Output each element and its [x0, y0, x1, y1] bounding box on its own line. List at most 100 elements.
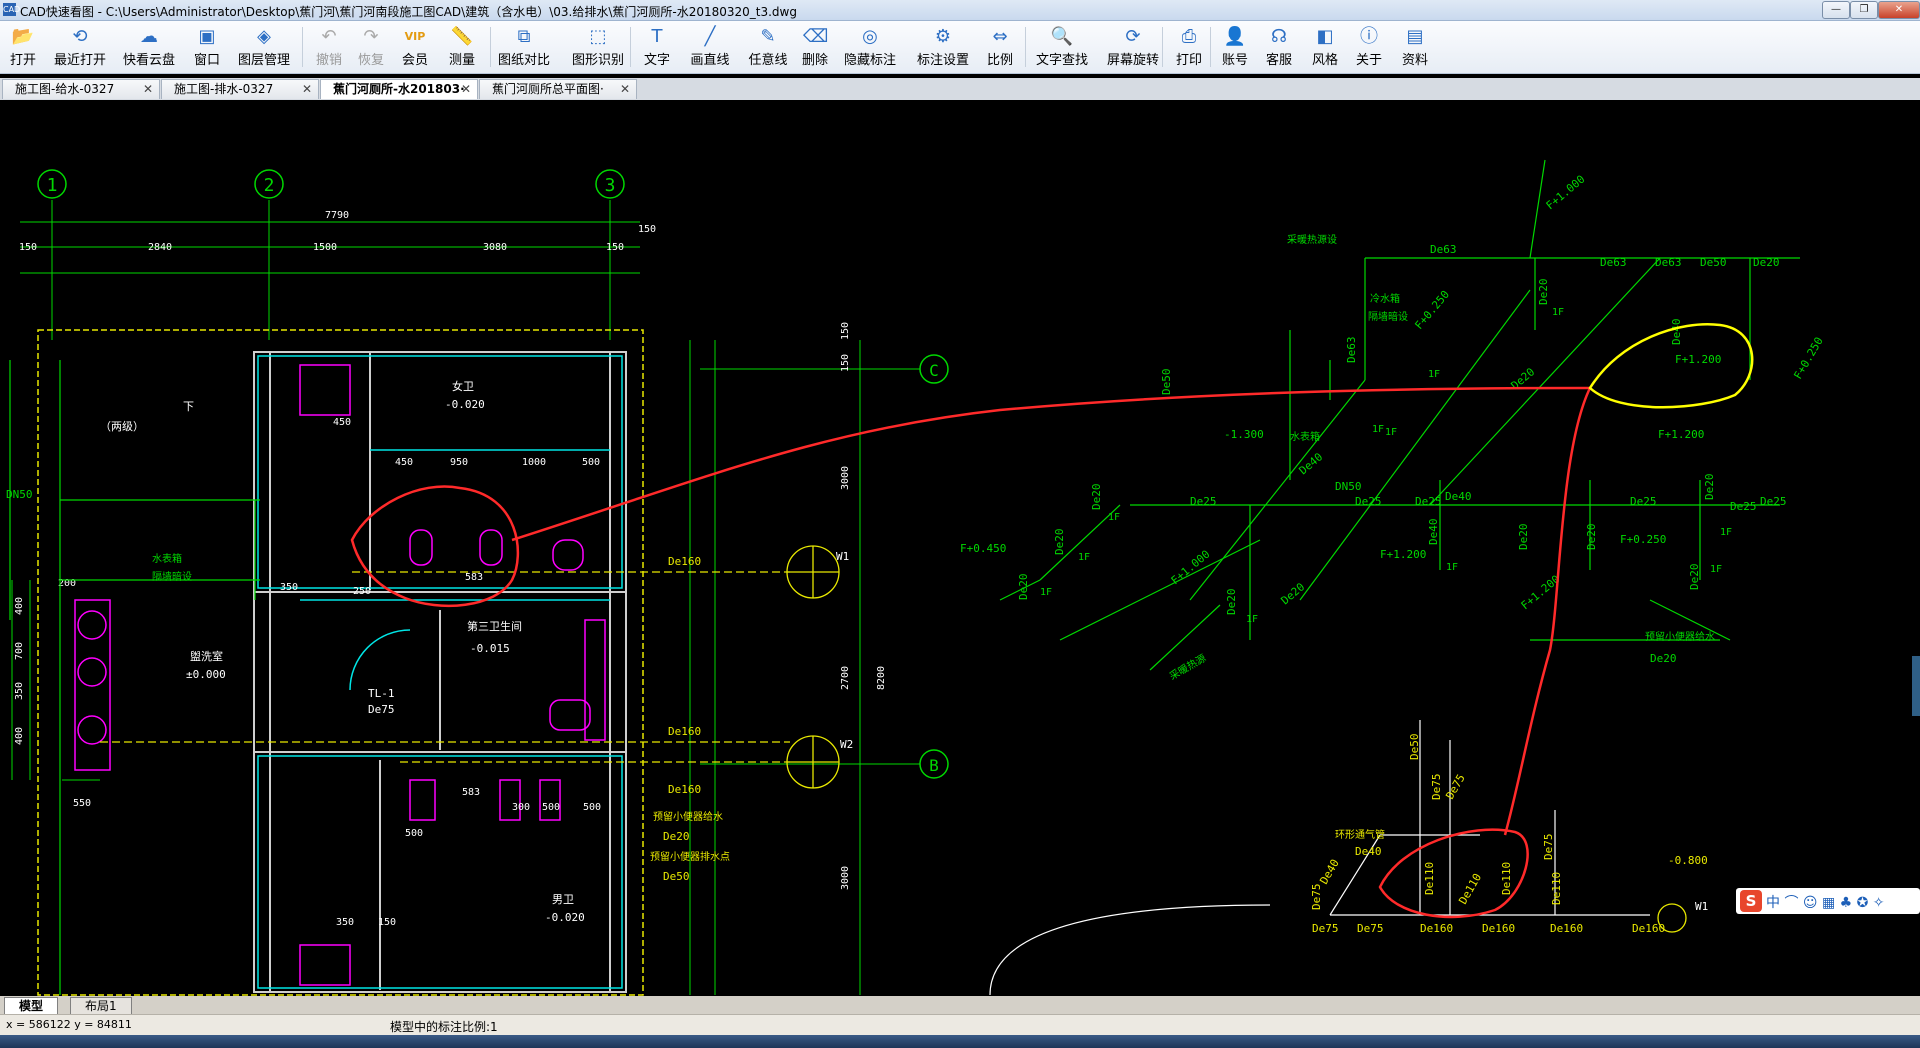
hide-annotation-icon: ◎ — [862, 26, 878, 47]
folder-open-icon: 📂 — [11, 26, 35, 47]
svg-text:F+1.200: F+1.200 — [1658, 428, 1704, 441]
svg-text:De20: De20 — [1517, 524, 1530, 551]
svg-text:De63: De63 — [1430, 243, 1457, 256]
toolbar-separator — [490, 27, 491, 67]
svg-text:男卫: 男卫 — [552, 893, 574, 906]
toolbar-button-18[interactable]: 🔍 文字查找 — [1034, 23, 1090, 71]
toolbar-separator — [1210, 27, 1211, 67]
toolbar-button-19[interactable]: ⟳ 屏幕旋转 — [1105, 23, 1161, 71]
toolbar-label: 画直线 — [690, 53, 730, 68]
room-labels: 女卫 -0.020 第三卫生间 -0.015 盥洗室 ±0.000 男卫 -0.… — [100, 379, 585, 924]
toolbar-button-17[interactable]: ⇔ 比例 — [983, 23, 1017, 71]
tab-drainage[interactable]: 施工图-排水-0327 ✕ — [161, 79, 319, 99]
svg-text:（两级）: （两级） — [100, 420, 144, 433]
toolbar-button-11[interactable]: T 文字 — [640, 23, 674, 71]
tab-model[interactable]: 模型 — [4, 997, 59, 1015]
toolbar-button-1[interactable]: ⟲ 最近打开 — [52, 23, 108, 71]
svg-text:700: 700 — [14, 642, 25, 660]
svg-text:女卫: 女卫 — [452, 379, 474, 393]
toolbar-button-4[interactable]: ◈ 图层管理 — [236, 23, 292, 71]
svg-text:冷水箱: 冷水箱 — [1370, 292, 1400, 305]
toolbar-label: 恢复 — [357, 53, 384, 68]
toolbar-label: 比例 — [986, 53, 1013, 68]
rotate-screen-icon: ⟳ — [1125, 26, 1141, 47]
drainage-notes: 环形通气管 — [1335, 828, 1385, 841]
toolbar-label: 测量 — [448, 53, 475, 68]
toolbar-button-5[interactable]: ↶ 撤销 — [312, 23, 346, 71]
tab-water-supply[interactable]: 施工图-给水-0327 ✕ — [2, 79, 160, 99]
svg-text:500: 500 — [582, 457, 600, 468]
svg-text:De110: De110 — [1500, 862, 1513, 895]
toolbar-button-21[interactable]: 👤 账号 — [1218, 23, 1252, 71]
svg-text:C: C — [929, 361, 939, 380]
svg-text:150: 150 — [378, 917, 396, 928]
toolbar-button-22[interactable]: ☊ 客服 — [1262, 23, 1296, 71]
toolbar-button-10[interactable]: ⬚ 图形识别 — [570, 23, 626, 71]
svg-text:-0.020: -0.020 — [445, 398, 485, 411]
ruler-icon: 📏 — [450, 26, 474, 47]
svg-text:500: 500 — [405, 828, 423, 839]
close-icon[interactable]: ✕ — [461, 80, 471, 99]
toolbar-button-7[interactable]: VIP 会员 — [398, 23, 432, 71]
svg-text:1F: 1F — [1040, 587, 1052, 598]
toolbar-button-20[interactable]: ⎙ 打印 — [1172, 23, 1206, 71]
tab-site-plan[interactable]: 蕉门河厕所总平面图· ✕ — [479, 79, 637, 99]
svg-text:De40: De40 — [1355, 845, 1382, 858]
toolbar-label: 屏幕旋转 — [1106, 53, 1159, 68]
close-icon[interactable]: ✕ — [620, 80, 630, 99]
toolbar-button-2[interactable]: ☁ 快看云盘 — [120, 23, 178, 71]
cloud-icon: ☁ — [140, 26, 158, 47]
svg-text:De63: De63 — [1345, 337, 1358, 364]
layout-tabs: 模型 布局1 — [0, 996, 1920, 1015]
svg-text:-1.300: -1.300 — [1224, 428, 1264, 441]
svg-text:De25: De25 — [1760, 495, 1787, 508]
toolbar-button-14[interactable]: ⌫ 删除 — [798, 23, 832, 71]
toolbar-button-23[interactable]: ◧ 风格 — [1308, 23, 1342, 71]
toolbar-button-12[interactable]: ╱ 画直线 — [687, 23, 733, 71]
tab-current-drawing[interactable]: 蕉门河厕所-水201803· ✕ — [320, 79, 478, 99]
toolbar-button-0[interactable]: 📂 打开 — [4, 23, 42, 71]
side-panel-grip[interactable] — [1912, 656, 1920, 716]
toolbar-button-24[interactable]: ⓘ 关于 — [1352, 23, 1386, 71]
svg-text:1F: 1F — [1710, 564, 1722, 575]
toolbar-button-8[interactable]: 📏 测量 — [445, 23, 479, 71]
ime-toolbar[interactable]: S 中 ⌒ ☺ ▦ ♣ ✪ ✧ — [1736, 888, 1920, 914]
close-icon[interactable]: ✕ — [143, 80, 153, 99]
toolbar-label: 图纸对比 — [497, 53, 550, 68]
svg-text:De20: De20 — [1279, 580, 1308, 607]
svg-text:盥洗室: 盥洗室 — [190, 649, 223, 663]
toolbar-button-15[interactable]: ◎ 隐藏标注 — [842, 23, 898, 71]
svg-text:150: 150 — [638, 224, 656, 235]
ime-logo: S — [1740, 890, 1762, 912]
close-icon[interactable]: ✕ — [302, 80, 312, 99]
toolbar-button-16[interactable]: ⚙ 标注设置 — [915, 23, 971, 71]
svg-text:De110: De110 — [1456, 871, 1484, 906]
maximize-button[interactable]: ❐ — [1850, 1, 1878, 19]
svg-text:2840: 2840 — [148, 242, 172, 253]
account-icon: 👤 — [1223, 26, 1247, 47]
drawing-canvas[interactable]: 1 2 3 C B 7790 150 2840 1500 3080 150 15… — [0, 101, 1920, 996]
tab-layout1[interactable]: 布局1 — [70, 997, 132, 1015]
toolbar-button-9[interactable]: ⧉ 图纸对比 — [496, 23, 552, 71]
minimize-button[interactable]: — — [1822, 1, 1850, 19]
toolbar-button-13[interactable]: ✎ 任意线 — [746, 23, 790, 71]
svg-text:De75: De75 — [1312, 922, 1339, 935]
svg-text:2: 2 — [264, 175, 275, 196]
svg-text:550: 550 — [73, 798, 91, 809]
toolbar-label: 风格 — [1311, 53, 1338, 68]
svg-text:1: 1 — [47, 175, 58, 196]
svg-text:W1: W1 — [1695, 900, 1708, 913]
toolbar-button-6[interactable]: ↷ 恢复 — [354, 23, 388, 71]
toolbar-label: 会员 — [401, 53, 428, 68]
close-window-button[interactable]: ✕ — [1878, 1, 1920, 19]
svg-text:F+0.250: F+0.250 — [1412, 288, 1452, 332]
svg-text:第三卫生间: 第三卫生间 — [467, 619, 522, 633]
toolbar-label: 删除 — [801, 53, 828, 68]
tab-label: 施工图-排水-0327 — [174, 82, 274, 96]
toolbar-button-3[interactable]: ▣ 窗口 — [191, 23, 223, 71]
svg-text:F+0.250: F+0.250 — [1791, 335, 1825, 382]
toolbar-button-25[interactable]: ▤ 资料 — [1398, 23, 1432, 71]
toolbar-label: 标注设置 — [916, 53, 969, 68]
toolbar-label: 打印 — [1175, 53, 1202, 68]
svg-text:1F: 1F — [1552, 307, 1564, 318]
